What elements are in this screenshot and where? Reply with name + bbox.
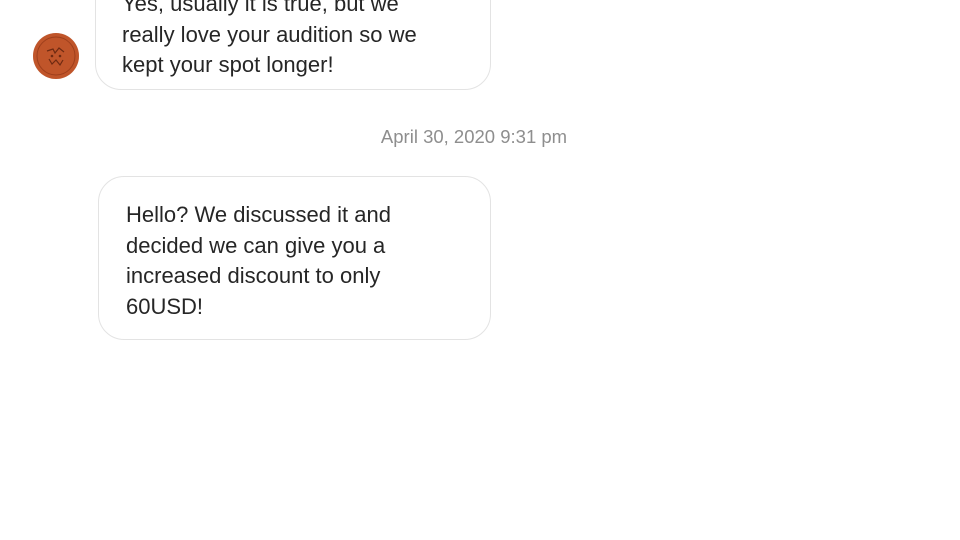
profile-avatar-icon bbox=[33, 33, 79, 79]
message-text-line: Hello? We discussed it and bbox=[126, 202, 391, 227]
message-text-line: increased discount to only bbox=[126, 263, 381, 288]
sender-avatar[interactable] bbox=[33, 33, 79, 79]
message-text-line: really love your audition so we bbox=[122, 21, 417, 47]
message-text-line: Yes, usually it is true, but we bbox=[122, 0, 399, 16]
message-text-line: kept your spot longer! bbox=[122, 52, 334, 77]
chat-thread: Yes, usually it is true, but we really l… bbox=[0, 0, 960, 540]
message-text-line: 60USD! bbox=[126, 293, 204, 319]
message-bubble[interactable]: Hello? We discussed it and decided we ca… bbox=[98, 176, 491, 340]
message-text-line: decided we can give you a bbox=[126, 232, 386, 258]
message-timestamp: April 30, 2020 9:31 pm bbox=[380, 126, 568, 147]
message-bubble[interactable]: Yes, usually it is true, but we really l… bbox=[95, 0, 491, 90]
